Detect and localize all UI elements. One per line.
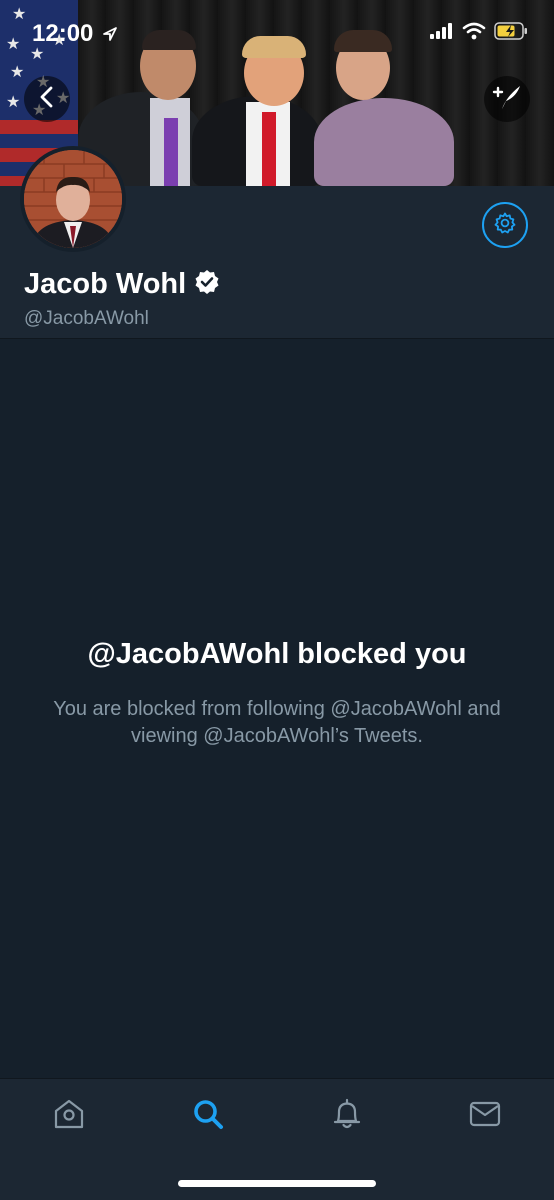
- compose-tweet-icon: [492, 83, 522, 116]
- tab-search[interactable]: [185, 1093, 231, 1139]
- wifi-icon: [462, 22, 486, 45]
- search-icon: [191, 1097, 225, 1136]
- verified-badge-icon: [194, 269, 220, 300]
- tab-home[interactable]: [46, 1093, 92, 1139]
- status-time: 12:00: [32, 20, 118, 49]
- tab-messages[interactable]: [462, 1093, 508, 1139]
- profile-settings-button[interactable]: [482, 202, 528, 248]
- battery-icon: [494, 22, 528, 45]
- profile-screen: ★ ★ ★ ★ ★ ★ ★ ★ ★ 12:00: [0, 0, 554, 1200]
- bell-icon: [330, 1097, 364, 1136]
- gear-icon: [493, 211, 517, 240]
- tab-notifications[interactable]: [324, 1093, 370, 1139]
- signal-icon: [430, 23, 454, 44]
- compose-tweet-button[interactable]: [484, 76, 530, 122]
- blocked-title: @JacobAWohl blocked you: [87, 638, 467, 670]
- avatar[interactable]: [20, 146, 126, 252]
- envelope-icon: [468, 1097, 502, 1136]
- profile-name: Jacob Wohl: [24, 268, 187, 300]
- chevron-left-icon: [37, 85, 57, 114]
- location-arrow-icon: [102, 21, 118, 49]
- banner-tie-center: [262, 112, 276, 186]
- profile-name-row: Jacob Wohl: [24, 268, 220, 301]
- home-icon: [52, 1097, 86, 1136]
- banner-tie-left: [164, 118, 178, 186]
- avatar-photo: [24, 150, 122, 248]
- blocked-description: You are blocked from following @JacobAWo…: [53, 698, 501, 747]
- profile-handle: @JacobAWohl: [24, 308, 149, 329]
- status-icons: [430, 22, 528, 45]
- banner-person-right: [314, 98, 454, 186]
- back-button[interactable]: [24, 76, 70, 122]
- home-indicator[interactable]: [178, 1180, 376, 1187]
